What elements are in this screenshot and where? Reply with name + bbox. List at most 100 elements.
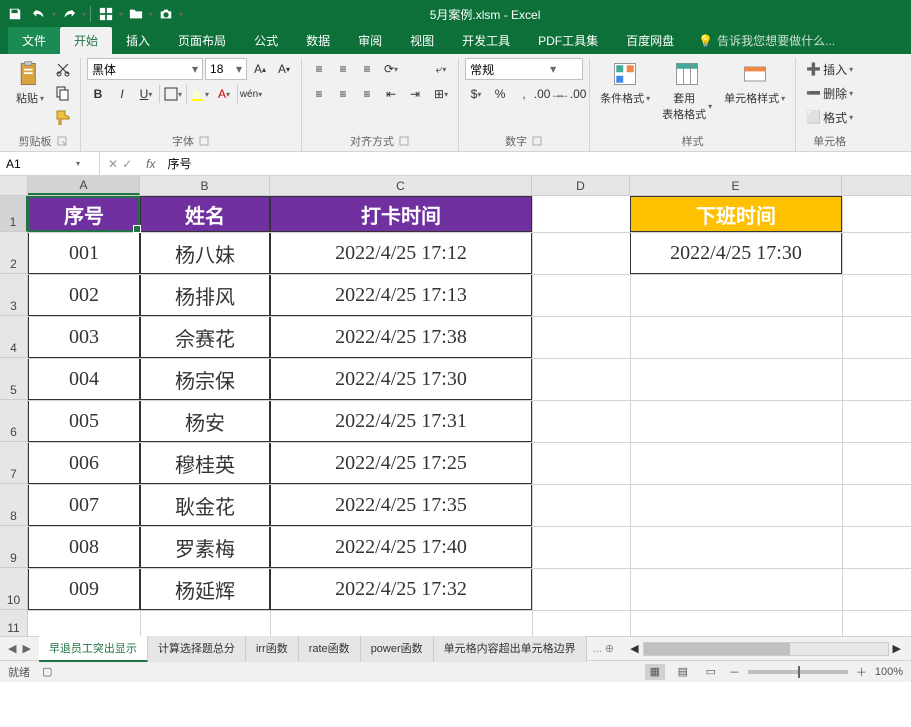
italic-button[interactable]: I	[111, 83, 133, 105]
row-header-1[interactable]: 1	[0, 196, 28, 232]
number-format-combo[interactable]: ▾	[465, 58, 583, 80]
table-cell[interactable]: 杨宗保	[140, 358, 270, 400]
bold-button[interactable]: B	[87, 83, 109, 105]
sheets-more[interactable]: ... ⊕	[587, 642, 620, 655]
tab-formulas[interactable]: 公式	[240, 27, 292, 54]
table-cell[interactable]: 2022/4/25 17:13	[270, 274, 532, 316]
row-header-11[interactable]: 11	[0, 610, 28, 636]
table-cell[interactable]: 001	[28, 232, 140, 274]
row-header-6[interactable]: 6	[0, 400, 28, 442]
table-cell[interactable]: 罗素梅	[140, 526, 270, 568]
cancel-icon[interactable]: ✕	[108, 157, 118, 171]
zoom-slider[interactable]	[748, 670, 848, 674]
row-header-4[interactable]: 4	[0, 316, 28, 358]
row-header-3[interactable]: 3	[0, 274, 28, 316]
tab-file[interactable]: 文件	[8, 27, 60, 54]
undo-button[interactable]	[28, 3, 50, 25]
table-cell[interactable]: 008	[28, 526, 140, 568]
name-box[interactable]: ▾	[0, 152, 100, 175]
table-cell[interactable]: 2022/4/25 17:31	[270, 400, 532, 442]
align-top-button[interactable]: ≡	[308, 58, 330, 80]
tab-baidu[interactable]: 百度网盘	[612, 27, 688, 54]
cut-button[interactable]	[52, 58, 74, 80]
tab-developer[interactable]: 开发工具	[448, 27, 524, 54]
zoom-out-button[interactable]: －	[729, 664, 740, 680]
table-cell[interactable]: 耿金花	[140, 484, 270, 526]
phonetic-button[interactable]: wén▾	[240, 83, 262, 105]
table-cell[interactable]: 2022/4/25 17:12	[270, 232, 532, 274]
row-header-7[interactable]: 7	[0, 442, 28, 484]
align-center-button[interactable]: ≡	[332, 83, 354, 105]
qat-dropdown-1[interactable]: ▾	[119, 10, 123, 19]
header-cell[interactable]: 序号	[28, 196, 140, 232]
qat-grid-icon[interactable]	[95, 3, 117, 25]
sheet-nav-prev[interactable]: ◀	[6, 640, 18, 657]
font-name-combo[interactable]: ▾	[87, 58, 203, 80]
wrap-text-button[interactable]: ⤶▾	[430, 58, 452, 80]
table-cell[interactable]: 2022/4/25 17:35	[270, 484, 532, 526]
table-cell[interactable]: 006	[28, 442, 140, 484]
table-cell[interactable]: 佘赛花	[140, 316, 270, 358]
row-header-10[interactable]: 10	[0, 568, 28, 610]
header-cell[interactable]: 姓名	[140, 196, 270, 232]
accounting-button[interactable]: $▾	[465, 83, 487, 105]
increase-indent-button[interactable]: ⇥	[404, 83, 426, 105]
format-cells-button[interactable]: ⬜ 格式▾	[802, 106, 857, 128]
table-cell[interactable]: 穆桂英	[140, 442, 270, 484]
align-middle-button[interactable]: ≡	[332, 58, 354, 80]
row-header-9[interactable]: 9	[0, 526, 28, 568]
tab-pdf[interactable]: PDF工具集	[524, 27, 612, 54]
copy-button[interactable]	[52, 82, 74, 104]
tab-insert[interactable]: 插入	[112, 27, 164, 54]
tab-view[interactable]: 视图	[396, 27, 448, 54]
border-button[interactable]: ▾	[162, 83, 184, 105]
align-bottom-button[interactable]: ≡	[356, 58, 378, 80]
view-page-break-button[interactable]: ▭	[701, 664, 721, 680]
spreadsheet-grid[interactable]: A B C D E 1234567891011 序号姓名打卡时间下班时间2022…	[0, 176, 911, 636]
formula-input[interactable]	[161, 157, 911, 171]
font-launcher[interactable]	[198, 135, 210, 147]
redo-button[interactable]	[58, 3, 80, 25]
table-cell[interactable]: 2022/4/25 17:30	[270, 358, 532, 400]
cell-offwork-time[interactable]: 2022/4/25 17:30	[630, 232, 842, 274]
macro-record-icon[interactable]: ▢	[42, 665, 52, 678]
zoom-in-button[interactable]: ＋	[856, 664, 867, 680]
enter-icon[interactable]: ✓	[122, 157, 132, 171]
header-cell[interactable]: 打卡时间	[270, 196, 532, 232]
col-header-B[interactable]: B	[140, 176, 270, 195]
table-cell[interactable]: 2022/4/25 17:38	[270, 316, 532, 358]
view-page-layout-button[interactable]: ▤	[673, 664, 693, 680]
qat-dropdown-2[interactable]: ▾	[149, 10, 153, 19]
table-cell[interactable]: 007	[28, 484, 140, 526]
paste-button[interactable]: 粘贴▾	[12, 58, 48, 108]
col-header-A[interactable]: A	[28, 176, 140, 195]
cell-style-button[interactable]: 单元格样式▾	[720, 58, 789, 108]
table-cell[interactable]: 2022/4/25 17:40	[270, 526, 532, 568]
header-cell-right[interactable]: 下班时间	[630, 196, 842, 232]
select-all-corner[interactable]	[0, 176, 28, 195]
horizontal-scrollbar[interactable]	[643, 642, 889, 656]
merge-button[interactable]: ⊞▾	[430, 83, 452, 105]
alignment-launcher[interactable]	[398, 135, 410, 147]
scroll-left-button[interactable]: ◀	[630, 642, 638, 655]
tab-home[interactable]: 开始	[60, 27, 112, 54]
scroll-right-button[interactable]: ▶	[893, 642, 901, 655]
increase-font-button[interactable]: A▴	[249, 58, 271, 80]
table-cell[interactable]: 005	[28, 400, 140, 442]
table-cell[interactable]: 002	[28, 274, 140, 316]
decrease-font-button[interactable]: A▾	[273, 58, 295, 80]
fx-icon[interactable]: fx	[140, 157, 161, 171]
sheet-tab[interactable]: 早退员工突出显示	[39, 636, 148, 662]
sheet-tab[interactable]: irr函数	[246, 636, 299, 662]
table-cell[interactable]: 2022/4/25 17:25	[270, 442, 532, 484]
col-header-D[interactable]: D	[532, 176, 630, 195]
row-header-5[interactable]: 5	[0, 358, 28, 400]
decrease-indent-button[interactable]: ⇤	[380, 83, 402, 105]
view-normal-button[interactable]: ▦	[645, 664, 665, 680]
table-cell[interactable]: 杨八妹	[140, 232, 270, 274]
row-header-2[interactable]: 2	[0, 232, 28, 274]
sheet-tab[interactable]: 计算选择题总分	[148, 636, 246, 662]
col-header-E[interactable]: E	[630, 176, 842, 195]
table-cell[interactable]: 004	[28, 358, 140, 400]
format-painter-button[interactable]	[52, 106, 74, 128]
